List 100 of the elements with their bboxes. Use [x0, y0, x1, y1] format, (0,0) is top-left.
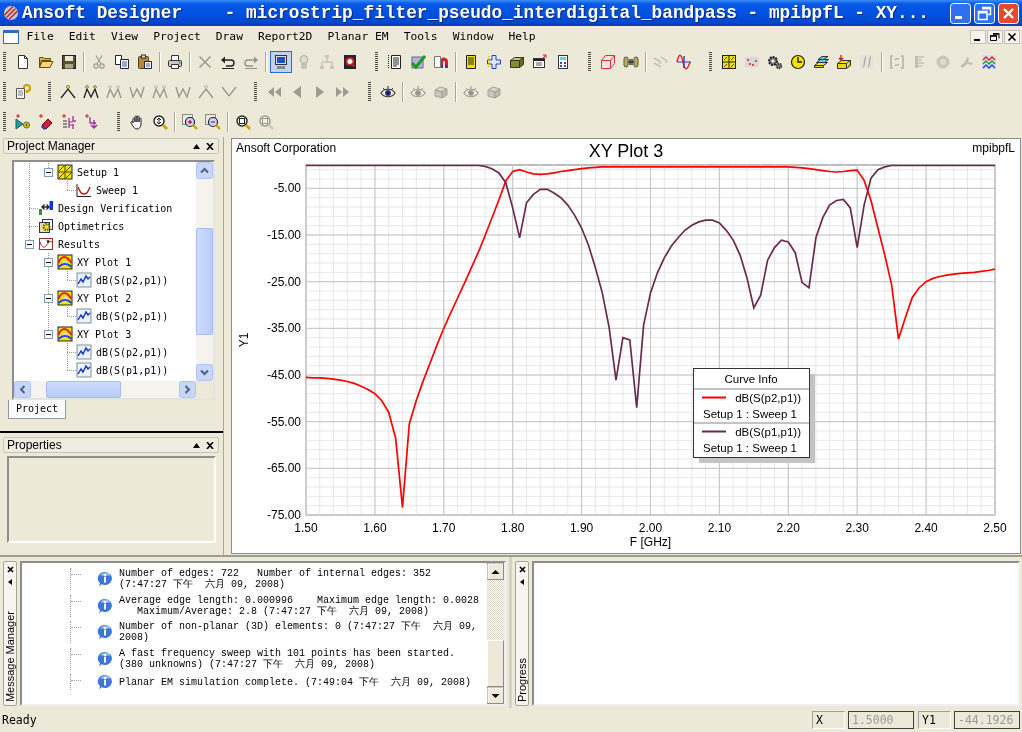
- close-icon[interactable]: [6, 566, 14, 573]
- scroll-down-icon[interactable]: [487, 687, 504, 704]
- tree-item[interactable]: Results: [58, 238, 101, 250]
- undo-icon[interactable]: [219, 54, 236, 70]
- close-icon[interactable]: [518, 566, 526, 573]
- toolbar-handle[interactable]: [368, 82, 371, 102]
- menu-item[interactable]: Window: [445, 29, 501, 44]
- side-tab[interactable]: Progress: [515, 561, 529, 706]
- tree-item[interactable]: XY Plot 2: [77, 292, 132, 304]
- minimize-icon[interactable]: [970, 29, 986, 44]
- triangle-up-icon[interactable]: [193, 143, 200, 149]
- eraser-icon[interactable]: [37, 114, 54, 130]
- grid-icon[interactable]: [720, 54, 737, 70]
- window-arrow-icon[interactable]: [531, 54, 548, 70]
- scrollbar-thumb[interactable]: [46, 381, 121, 398]
- panel-tab[interactable]: Project: [8, 400, 67, 419]
- menu-item[interactable]: Report2D: [250, 29, 320, 44]
- restore-icon[interactable]: [987, 29, 1003, 44]
- toolbar-handle[interactable]: [3, 112, 6, 132]
- cross-shape-icon[interactable]: [485, 54, 502, 70]
- tree-item[interactable]: dB(S(p1,p1)): [96, 364, 169, 376]
- menu-item[interactable]: Draw: [208, 29, 251, 44]
- circuit-icon[interactable]: [60, 114, 77, 130]
- circuit-icon[interactable]: [83, 114, 100, 130]
- menu-item[interactable]: Tools: [396, 29, 446, 44]
- tree-item[interactable]: Sweep 1: [96, 184, 139, 196]
- tree-item[interactable]: Setup 1: [77, 166, 120, 178]
- tree-item[interactable]: Design Verification: [58, 202, 173, 214]
- minus-box-icon[interactable]: [24, 239, 34, 249]
- horizontal-scrollbar[interactable]: [14, 381, 196, 398]
- clipboard-icon[interactable]: [136, 54, 153, 70]
- toolbar-handle[interactable]: [48, 82, 51, 102]
- toolbar-handle[interactable]: [254, 82, 257, 102]
- magnifier-icon[interactable]: [234, 114, 251, 130]
- side-tab[interactable]: Message Manager: [3, 561, 17, 706]
- minus-box-icon[interactable]: [43, 329, 53, 339]
- sine-wave-icon[interactable]: [675, 54, 692, 70]
- scroll-up-icon[interactable]: [487, 563, 504, 580]
- dots-icon[interactable]: [743, 54, 760, 70]
- stack-icon[interactable]: [812, 54, 829, 70]
- zigzag-lines-icon[interactable]: [980, 54, 997, 70]
- scroll-left-icon[interactable]: [14, 381, 31, 398]
- vertical-scrollbar[interactable]: [196, 162, 213, 381]
- clock-icon[interactable]: [789, 54, 806, 70]
- toolbar-handle[interactable]: [588, 52, 591, 72]
- menu-item[interactable]: Project: [145, 29, 209, 44]
- toolbar-handle[interactable]: [3, 82, 6, 102]
- help-icon[interactable]: [14, 84, 31, 100]
- box-arrow-icon[interactable]: [835, 54, 852, 70]
- magnifier-icon[interactable]: [151, 114, 168, 130]
- folder-icon[interactable]: [37, 54, 54, 70]
- scroll-right-icon[interactable]: [179, 381, 196, 398]
- menu-item[interactable]: Planar EM: [319, 29, 397, 44]
- triangle-left-icon[interactable]: [520, 579, 524, 585]
- minus-box-icon[interactable]: [43, 167, 53, 177]
- copy-icon[interactable]: [113, 54, 130, 70]
- tree-item[interactable]: XY Plot 1: [77, 256, 132, 268]
- menu-item[interactable]: File: [19, 29, 62, 44]
- wireframe-box-icon[interactable]: [599, 54, 616, 70]
- tree-item[interactable]: Optimetrics: [58, 220, 125, 232]
- report-document-icon[interactable]: [386, 54, 403, 70]
- window-icon[interactable]: [3, 28, 19, 45]
- box-icon[interactable]: [508, 54, 525, 70]
- menu-item[interactable]: Edit: [61, 29, 104, 44]
- gears-icon[interactable]: [766, 54, 783, 70]
- line-chart-icon: [76, 362, 92, 378]
- connector-icon[interactable]: [622, 54, 639, 70]
- ring-tile-icon[interactable]: [341, 54, 358, 70]
- toolbar-handle[interactable]: [117, 112, 120, 132]
- menu-item[interactable]: View: [103, 29, 146, 44]
- scrollbar-thumb[interactable]: [196, 228, 213, 335]
- zoom-out-icon[interactable]: [204, 114, 221, 130]
- menu-item[interactable]: Help: [500, 29, 544, 44]
- magnet-icon[interactable]: [432, 54, 449, 70]
- monitor-icon[interactable]: [269, 51, 292, 73]
- triangle-up-icon[interactable]: [193, 442, 200, 448]
- tree-item[interactable]: dB(S(p2,p1)): [96, 274, 169, 286]
- minus-box-icon[interactable]: [43, 293, 53, 303]
- zoom-in-icon[interactable]: [181, 114, 198, 130]
- tree-item[interactable]: dB(S(p2,p1)): [96, 310, 169, 322]
- close-icon[interactable]: [206, 441, 214, 449]
- toolbar-handle[interactable]: [709, 52, 712, 72]
- peak-icon[interactable]: [59, 84, 76, 100]
- printer-icon[interactable]: [166, 54, 183, 70]
- triangle-node-icon[interactable]: [14, 114, 31, 130]
- striped-ball-icon[interactable]: [3, 5, 19, 21]
- eye-icon[interactable]: [379, 84, 396, 100]
- scrollbar-corner: [196, 381, 213, 398]
- vertical-scrollbar[interactable]: [487, 563, 504, 704]
- double-peak-icon[interactable]: [82, 84, 99, 100]
- close-icon[interactable]: [206, 142, 214, 150]
- check-mark-icon[interactable]: [409, 54, 426, 70]
- tree-item[interactable]: dB(S(p2,p1)): [96, 346, 169, 358]
- minus-box-icon[interactable]: [43, 257, 53, 267]
- toolbar-handle[interactable]: [375, 52, 378, 72]
- hand-icon[interactable]: [128, 114, 145, 130]
- toolbar-handle[interactable]: [3, 52, 6, 72]
- tree-item[interactable]: XY Plot 3: [77, 328, 132, 340]
- triangle-left-icon[interactable]: [8, 579, 12, 585]
- legend-panel[interactable]: [693, 368, 815, 463]
